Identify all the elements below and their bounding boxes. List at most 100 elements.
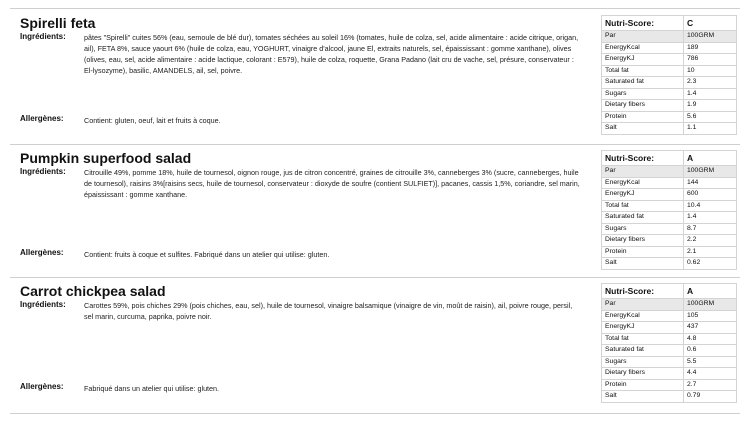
nutrient-value: 0.79 [683,390,737,403]
nutrient-value: 2.7 [683,378,737,391]
nutrient-value: 786 [683,53,737,66]
nutrient-value: 10 [683,64,737,77]
nutrition-row: Saturated fat 1.4 [601,211,737,224]
product-card: Spirelli feta Ingrédients: pâtes "Spirel… [12,14,740,140]
nutrient-name: Par [601,30,684,43]
nutrition-row: EnergyKcal 105 [601,309,737,322]
allergens-text: Contient: gluten, oeuf, lait et fruits à… [84,116,221,125]
ingredients-label: Ingrédients: [20,32,66,41]
ingredients-label: Ingrédients: [20,300,66,309]
nutrient-value: 189 [683,41,737,54]
product-title: Pumpkin superfood salad [20,150,192,166]
nutrient-value: 1.4 [683,211,737,224]
nutrient-value: 437 [683,321,737,334]
nutrient-value: 0.6 [683,344,737,357]
nutrition-table: Nutri-Score: A Par 100GRM EnergyKcal 105 E… [601,283,737,403]
nutrition-row: Par 100GRM [601,30,737,43]
nutrient-name: EnergyKcal [601,309,684,322]
nutri-score-label: Nutri-Score: [601,15,684,31]
allergens-label: Allergènes: [20,382,64,391]
ingredients-label: Ingrédients: [20,167,66,176]
nutrient-value: 10.4 [683,199,737,212]
nutrition-row: Sugars 5.5 [601,355,737,368]
nutrition-row: EnergyKJ 600 [601,188,737,201]
nutrition-row: Dietary fibers 2.2 [601,234,737,247]
nutrition-table: Nutri-Score: C Par 100GRM EnergyKcal 189 E… [601,15,737,135]
nutrient-value: 2.3 [683,76,737,89]
nutri-score-value: A [683,283,737,299]
divider-bottom [10,413,740,414]
nutrition-row: Saturated fat 0.6 [601,344,737,357]
nutrition-row: Total fat 10.4 [601,199,737,212]
nutrient-value: 100GRM [683,165,737,178]
nutrient-name: EnergyKcal [601,176,684,189]
nutrient-value: 105 [683,309,737,322]
nutrient-name: Sugars [601,355,684,368]
nutrient-name: EnergyKJ [601,53,684,66]
nutrient-value: 4.4 [683,367,737,380]
nutri-score-label: Nutri-Score: [601,283,684,299]
nutrient-value: 100GRM [683,298,737,311]
nutrient-name: Dietary fibers [601,99,684,112]
nutri-score-value: A [683,150,737,166]
nutri-score-label: Nutri-Score: [601,150,684,166]
nutrient-name: Dietary fibers [601,234,684,247]
ingredients-text: pâtes "Spirelli" cuites 56% (eau, semoul… [84,33,579,75]
nutrition-row: Protein 2.1 [601,245,737,258]
nutrition-row: EnergyKJ 786 [601,53,737,66]
product-card: Pumpkin superfood salad Ingrédients: Cit… [12,149,740,273]
nutrient-name: Saturated fat [601,344,684,357]
nutri-score-row: Nutri-Score: A [601,283,737,299]
ingredients-text: Carottes 59%, pois chiches 29% (pois chi… [84,301,573,321]
nutrient-name: Par [601,298,684,311]
nutrient-name: EnergyKcal [601,41,684,54]
nutrition-row: Protein 5.6 [601,110,737,123]
nutrition-row: EnergyKJ 437 [601,321,737,334]
nutrition-row: Dietary fibers 4.4 [601,367,737,380]
nutrition-row: Salt 0.79 [601,390,737,403]
allergens-text: Fabriqué dans un atelier qui utilise: gl… [84,384,220,393]
nutrient-value: 8.7 [683,222,737,235]
nutrient-name: EnergyKJ [601,321,684,334]
nutrition-row: Dietary fibers 1.9 [601,99,737,112]
nutrient-value: 5.5 [683,355,737,368]
nutrient-name: Salt [601,390,684,403]
nutrient-value: 2.2 [683,234,737,247]
nutrient-name: Protein [601,378,684,391]
nutrient-value: 600 [683,188,737,201]
nutrient-name: Saturated fat [601,76,684,89]
nutrient-name: Sugars [601,222,684,235]
nutrition-table: Nutri-Score: A Par 100GRM EnergyKcal 144 E… [601,150,737,270]
nutrition-row: Saturated fat 2.3 [601,76,737,89]
nutrition-row: Protein 2.7 [601,378,737,391]
nutrition-row: Par 100GRM [601,298,737,311]
nutrition-row: EnergyKcal 189 [601,41,737,54]
product-title: Carrot chickpea salad [20,283,166,299]
nutrition-row: Total fat 10 [601,64,737,77]
nutrient-value: 5.6 [683,110,737,123]
nutrient-value: 2.1 [683,245,737,258]
nutrient-name: Dietary fibers [601,367,684,380]
nutrient-name: Sugars [601,87,684,100]
product-title: Spirelli feta [20,15,96,31]
nutrient-name: Par [601,165,684,178]
nutrient-name: Salt [601,257,684,270]
nutrition-row: Total fat 4.8 [601,332,737,345]
nutrient-name: Total fat [601,199,684,212]
nutrient-name: Protein [601,245,684,258]
nutrient-name: Total fat [601,332,684,345]
nutrient-name: Total fat [601,64,684,77]
allergens-text: Contient: fruits à coque et sulfites. Fa… [84,250,330,259]
nutri-score-row: Nutri-Score: A [601,150,737,166]
nutrient-name: Protein [601,110,684,123]
divider [10,144,740,145]
nutrient-value: 144 [683,176,737,189]
nutrient-value: 1.1 [683,122,737,135]
nutrition-row: EnergyKcal 144 [601,176,737,189]
nutrient-value: 1.4 [683,87,737,100]
nutri-score-value: C [683,15,737,31]
nutrient-name: Saturated fat [601,211,684,224]
nutrient-value: 100GRM [683,30,737,43]
nutrition-row: Salt 0.62 [601,257,737,270]
allergens-label: Allergènes: [20,114,64,123]
